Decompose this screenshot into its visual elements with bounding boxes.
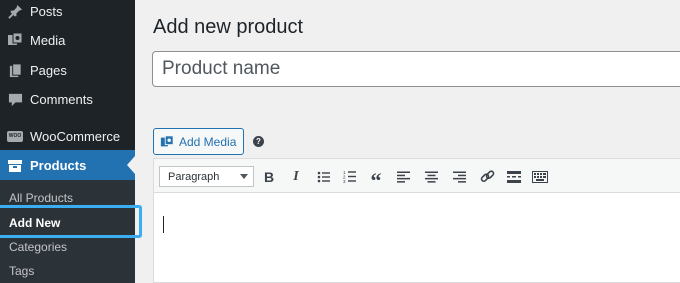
sidebar-item-label: Pages [30,62,67,78]
editor-body[interactable] [154,193,680,282]
content-editor: Paragraph B I 123 “ [153,158,680,283]
media-icon [7,32,23,48]
toolbar-toggle-icon[interactable] [531,168,549,185]
sidebar-item-label: Comments [30,91,93,107]
submenu-item-all-products[interactable]: All Products [9,191,73,205]
add-new-highlight-box [0,205,142,238]
products-icon [7,157,23,173]
submenu-item-tags[interactable]: Tags [9,264,34,278]
format-select[interactable]: Paragraph [159,166,254,187]
sidebar-item-woocommerce[interactable]: WOO WooCommerce [0,121,135,151]
woocommerce-icon: WOO [7,128,23,144]
link-icon[interactable] [478,168,496,185]
sidebar-item-label: Posts [30,3,63,19]
editor-toolbar: Paragraph B I 123 “ [154,159,680,193]
product-name-input[interactable] [152,51,680,87]
chevron-down-icon [240,174,248,179]
sidebar-item-posts[interactable]: Posts [0,0,135,26]
format-select-value: Paragraph [168,170,220,183]
add-media-button[interactable]: Add Media [153,128,245,155]
main-content: Add new product Add Media ? Paragraph B … [135,0,680,283]
sidebar-item-label: WooCommerce [30,128,121,144]
bold-icon[interactable]: B [260,168,278,185]
pin-icon [7,3,23,19]
blockquote-icon[interactable]: “ [367,168,385,191]
sidebar-item-label: Products [30,157,87,173]
svg-text:3: 3 [343,179,346,183]
text-cursor [163,216,164,233]
align-center-icon[interactable] [422,168,440,185]
sidebar-item-label: Media [30,32,66,48]
sidebar-item-products[interactable]: Products [0,150,135,180]
sidebar-item-media[interactable]: Media [0,25,135,55]
pages-icon [7,62,23,78]
align-left-icon[interactable] [394,168,412,185]
add-media-icon [160,134,174,149]
read-more-icon[interactable] [505,168,523,185]
bulleted-list-icon[interactable] [315,168,333,185]
submenu-item-categories[interactable]: Categories [9,240,67,254]
comment-icon [7,91,23,107]
sidebar-item-pages[interactable]: Pages [0,55,135,85]
admin-sidebar: Posts Media Pages Comments WOO WooCommer… [0,0,142,283]
numbered-list-icon[interactable]: 123 [341,168,359,185]
woo-badge: WOO [7,130,23,142]
align-right-icon[interactable] [450,168,468,185]
page-title: Add new product [153,16,304,38]
add-media-label: Add Media [179,134,237,149]
sidebar-item-comments[interactable]: Comments [0,84,135,114]
italic-icon[interactable]: I [287,168,305,185]
help-icon[interactable]: ? [253,136,264,147]
active-menu-arrow [127,156,135,174]
